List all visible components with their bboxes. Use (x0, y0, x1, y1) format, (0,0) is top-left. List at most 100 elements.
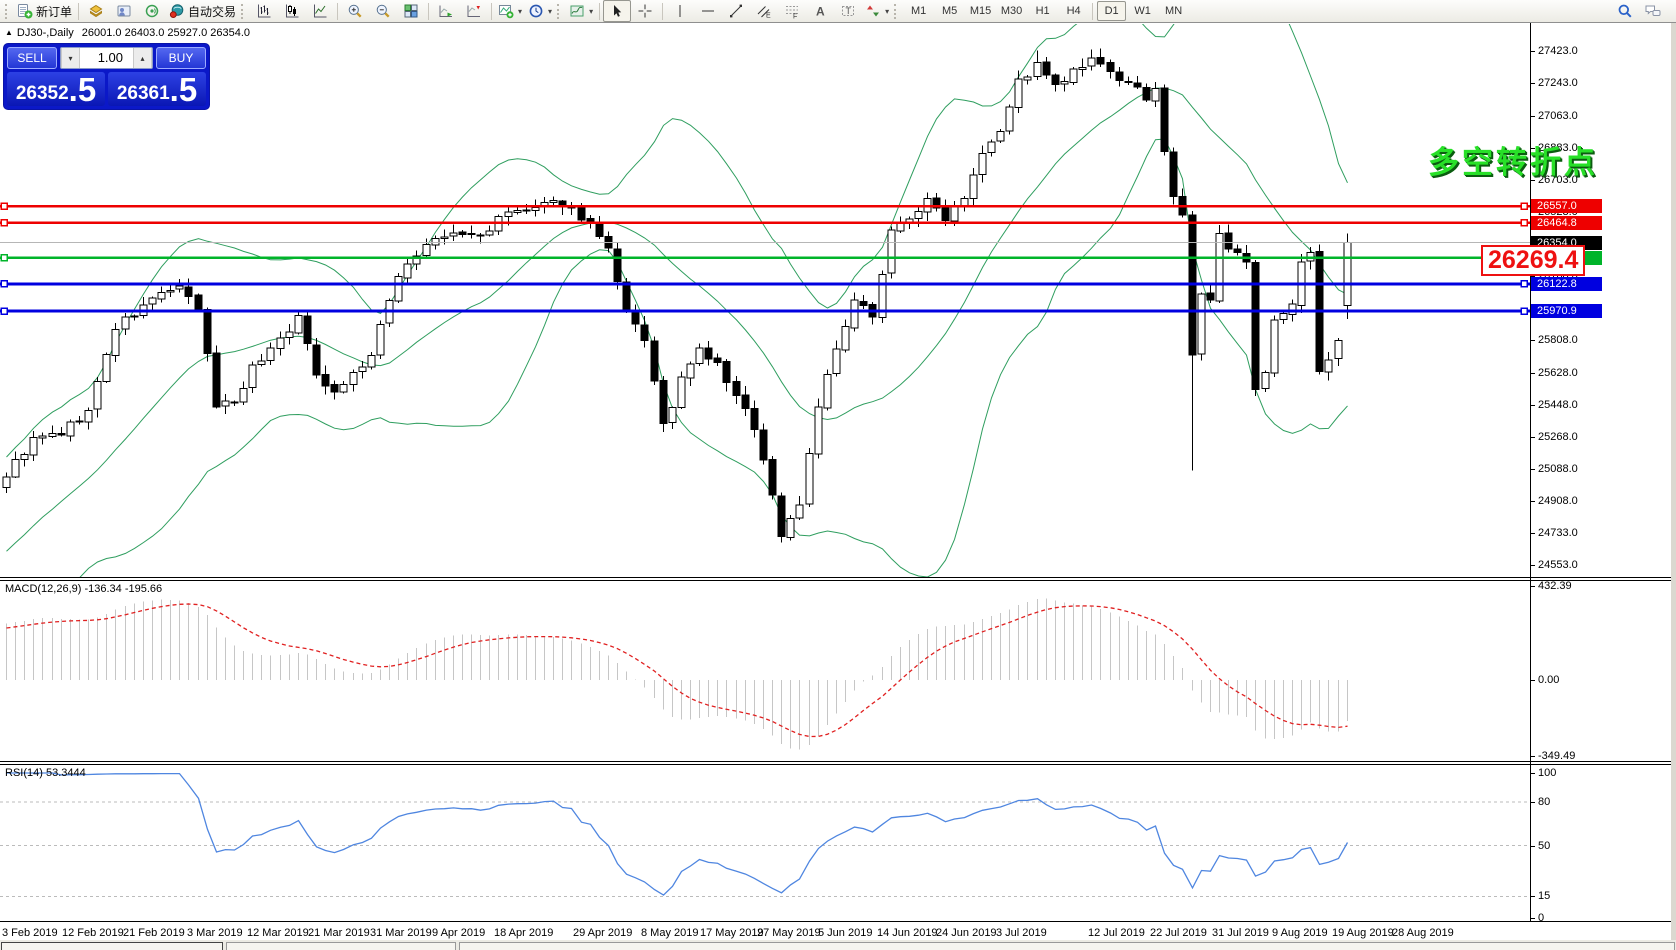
panel-separator[interactable] (0, 761, 1676, 762)
price-line-badge: 26557.0 (1531, 199, 1602, 213)
bottom-tab-strip (0, 940, 1676, 950)
time-axis-label: 3 Jul 2019 (996, 927, 1047, 939)
toolbar-grip[interactable] (5, 4, 10, 19)
dropdown-caret-icon: ▾ (885, 7, 889, 16)
price-axis-tick (1530, 533, 1535, 534)
timeframe-M1[interactable]: M1 (904, 1, 933, 21)
timeframe-D1[interactable]: D1 (1097, 1, 1126, 21)
toolbar-separator (428, 3, 429, 20)
text-label-button[interactable]: T (834, 0, 862, 22)
timeframe-H1[interactable]: H1 (1028, 1, 1057, 21)
cursor-icon (609, 3, 625, 19)
panel-separator (0, 764, 1676, 765)
price-axis-tick (1530, 51, 1535, 52)
crosshair-icon (637, 3, 653, 19)
rsi-panel[interactable] (0, 765, 1530, 920)
templates-button[interactable]: ▾ (566, 0, 596, 22)
volume-decrease-button[interactable]: ▾ (61, 48, 80, 68)
tile-windows-button[interactable] (397, 0, 425, 22)
chart-symbol-period: DJ30-,Daily (17, 27, 74, 39)
bottom-tab[interactable] (226, 942, 456, 950)
new-order-button[interactable]: 新订单 (14, 0, 75, 22)
panel-separator[interactable] (0, 577, 1676, 578)
svg-text:E: E (766, 13, 771, 20)
toolbar-separator (337, 3, 338, 20)
profile-button[interactable] (110, 0, 138, 22)
toolbar-separator (662, 3, 663, 20)
time-axis-label: 31 Mar 2019 (370, 927, 432, 939)
bar-chart-icon (256, 3, 272, 19)
timeframe-MN[interactable]: MN (1159, 1, 1188, 21)
toolbar-separator (599, 3, 600, 20)
crosshair-button[interactable] (631, 0, 659, 22)
chat-button[interactable] (1639, 0, 1667, 22)
chart-window: ▲DJ30-,Daily26001.0 26403.0 25927.0 2635… (0, 23, 1676, 950)
line-chart-button[interactable] (306, 0, 334, 22)
volume-value[interactable]: 1.00 (80, 48, 133, 68)
cursor-button[interactable] (603, 0, 631, 22)
templates-icon (569, 3, 585, 19)
text-button[interactable]: A (806, 0, 834, 22)
arrows-button[interactable]: ▾ (862, 0, 892, 22)
price-line-badge: 26464.8 (1531, 216, 1602, 230)
buy-button[interactable]: BUY (156, 47, 206, 69)
timeframe-M30[interactable]: M30 (997, 1, 1026, 21)
timeframe-M15[interactable]: M15 (966, 1, 995, 21)
timeframe-H4[interactable]: H4 (1059, 1, 1088, 21)
clock-icon (528, 3, 544, 19)
buy-price-panel[interactable]: 26361 .5 (108, 72, 206, 106)
chart-shift-icon (466, 3, 482, 19)
volume-stepper[interactable]: ▾ 1.00 ▴ (60, 47, 153, 69)
toolbar-grip[interactable] (557, 4, 562, 19)
timeframe-W1[interactable]: W1 (1128, 1, 1157, 21)
zoom-in-button[interactable] (341, 0, 369, 22)
macd-axis-label: 432.39 (1538, 580, 1572, 592)
sell-button[interactable]: SELL (7, 47, 57, 69)
candlestick-chart-button[interactable] (278, 0, 306, 22)
bottom-tab[interactable] (1, 942, 223, 950)
buy-price-fraction: .5 (170, 77, 198, 103)
toolbar-grip[interactable] (241, 4, 246, 19)
auto-scroll-button[interactable] (432, 0, 460, 22)
sell-price-panel[interactable]: 26352 .5 (7, 72, 105, 106)
time-axis-label: 29 Apr 2019 (573, 927, 632, 939)
vertical-line-button[interactable] (666, 0, 694, 22)
auto-scroll-icon (438, 3, 454, 19)
rsi-axis-label: 80 (1538, 796, 1550, 808)
time-axis-label: 21 Feb 2019 (123, 927, 185, 939)
toolbar-grip[interactable] (894, 4, 899, 19)
autotrading-button[interactable]: 自动交易 (166, 0, 239, 22)
horizontal-line-button[interactable] (694, 0, 722, 22)
bar-chart-button[interactable] (250, 0, 278, 22)
trendline-button[interactable] (722, 0, 750, 22)
time-axis-label: 12 Mar 2019 (247, 927, 309, 939)
expert-advisors-button[interactable] (138, 0, 166, 22)
symbols-button[interactable] (82, 0, 110, 22)
price-axis-tick-label: 27063.0 (1538, 110, 1578, 122)
price-axis-tick-label: 25268.0 (1538, 431, 1578, 443)
rsi-axis-tick (1530, 802, 1535, 803)
text-label-icon: T (840, 3, 856, 19)
zoom-out-button[interactable] (369, 0, 397, 22)
time-axis-label: 3 Feb 2019 (2, 927, 58, 939)
volume-increase-button[interactable]: ▴ (133, 48, 152, 68)
periods-button[interactable]: ▾ (525, 0, 555, 22)
fibonacci-button[interactable]: F (778, 0, 806, 22)
price-axis-tick (1530, 373, 1535, 374)
macd-panel[interactable] (0, 581, 1530, 760)
equidistant-channel-button[interactable]: E (750, 0, 778, 22)
timeframe-M5[interactable]: M5 (935, 1, 964, 21)
zoom-out-icon (375, 3, 391, 19)
price-axis-tick (1530, 469, 1535, 470)
bottom-tab[interactable] (459, 942, 1675, 950)
symbols-icon (88, 3, 104, 19)
main-chart[interactable] (0, 24, 1530, 577)
indicators-button[interactable]: ▾ (495, 0, 525, 22)
toolbar-separator (1092, 3, 1093, 20)
chart-shift-button[interactable] (460, 0, 488, 22)
one-click-trading-panel: SELL ▾ 1.00 ▴ BUY 26352 .5 26361 .5 (4, 44, 209, 109)
price-axis-tick-label: 25448.0 (1538, 399, 1578, 411)
price-axis-tick-label: 24908.0 (1538, 495, 1578, 507)
search-button[interactable] (1611, 0, 1639, 22)
panel-separator (0, 580, 1676, 581)
